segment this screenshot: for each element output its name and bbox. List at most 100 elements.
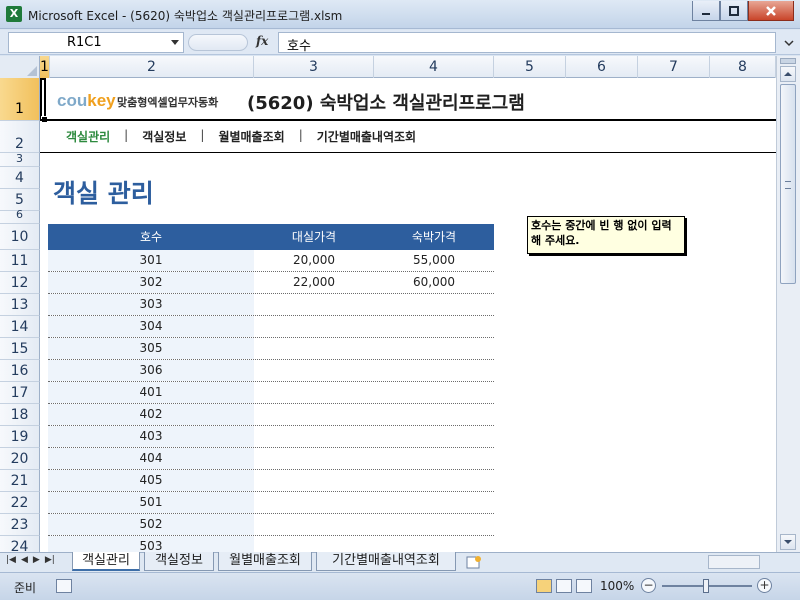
day-use-price-cell[interactable]: 20,000 <box>254 250 374 271</box>
scroll-thumb[interactable] <box>780 84 796 284</box>
column-header[interactable]: 3 <box>254 56 374 78</box>
nav-link-room-management[interactable]: 객실관리 <box>66 128 110 145</box>
stay-price-cell[interactable] <box>374 426 494 447</box>
row-header[interactable]: 11 <box>0 250 40 272</box>
row-header[interactable]: 3 <box>0 153 40 167</box>
row-header[interactable]: 13 <box>0 294 40 316</box>
zoom-in-button[interactable]: + <box>757 578 772 593</box>
scroll-up-button[interactable] <box>780 66 796 82</box>
day-use-price-cell[interactable] <box>254 492 374 513</box>
nav-link-room-info[interactable]: 객실정보 <box>142 128 186 145</box>
horizontal-scrollbar[interactable] <box>700 555 776 570</box>
stay-price-cell[interactable]: 55,000 <box>374 250 494 271</box>
room-number-cell[interactable]: 304 <box>48 316 254 337</box>
row-header[interactable]: 19 <box>0 426 40 448</box>
column-header[interactable]: 7 <box>638 56 710 78</box>
prev-sheet-icon[interactable]: ◀ <box>21 555 28 565</box>
first-sheet-icon[interactable]: |◀ <box>6 555 16 565</box>
column-header[interactable]: 8 <box>710 56 776 78</box>
stay-price-cell[interactable]: 60,000 <box>374 272 494 293</box>
stay-price-cell[interactable] <box>374 338 494 359</box>
row-header[interactable]: 15 <box>0 338 40 360</box>
minimize-button[interactable] <box>692 1 720 21</box>
page-break-view-icon[interactable] <box>576 579 592 593</box>
insert-sheet-icon[interactable] <box>464 555 484 570</box>
zoom-level[interactable]: 100% <box>600 579 634 593</box>
stay-price-cell[interactable] <box>374 404 494 425</box>
row-header[interactable]: 10 <box>0 224 40 250</box>
excel-app-icon[interactable]: X <box>6 6 22 22</box>
close-button[interactable] <box>748 1 794 21</box>
stay-price-cell[interactable] <box>374 294 494 315</box>
day-use-price-cell[interactable] <box>254 536 374 552</box>
normal-view-icon[interactable] <box>536 579 552 593</box>
stay-price-cell[interactable] <box>374 514 494 535</box>
column-header[interactable]: 6 <box>566 56 638 78</box>
row-header[interactable]: 12 <box>0 272 40 294</box>
row-header[interactable]: 17 <box>0 382 40 404</box>
insert-function-button[interactable]: fx <box>256 34 268 48</box>
day-use-price-cell[interactable] <box>254 448 374 469</box>
row-header[interactable]: 1 <box>0 78 40 121</box>
tab-room-management[interactable]: 객실관리 <box>72 552 140 571</box>
day-use-price-cell[interactable] <box>254 382 374 403</box>
day-use-price-cell[interactable] <box>254 470 374 491</box>
stay-price-cell[interactable] <box>374 382 494 403</box>
active-cell[interactable] <box>40 78 48 123</box>
room-number-cell[interactable]: 502 <box>48 514 254 535</box>
row-header[interactable]: 23 <box>0 514 40 536</box>
next-sheet-icon[interactable]: ▶ <box>33 555 40 565</box>
room-number-cell[interactable]: 303 <box>48 294 254 315</box>
room-number-cell[interactable]: 305 <box>48 338 254 359</box>
day-use-price-cell[interactable] <box>254 294 374 315</box>
chevron-down-icon[interactable] <box>171 40 179 45</box>
column-header[interactable]: 5 <box>494 56 566 78</box>
column-header[interactable]: 1 <box>40 56 50 78</box>
row-header[interactable]: 6 <box>0 209 40 224</box>
header-room-number[interactable]: 호수 <box>48 224 254 250</box>
room-number-cell[interactable]: 503 <box>48 536 254 552</box>
sheet-cells[interactable]: coukey 맞춤형엑셀업무자동화 (5620) 숙박업소 객실관리프로그램 객… <box>40 78 776 552</box>
stay-price-cell[interactable] <box>374 536 494 552</box>
column-header[interactable]: 2 <box>50 56 254 78</box>
stay-price-cell[interactable] <box>374 316 494 337</box>
room-number-cell[interactable]: 401 <box>48 382 254 403</box>
day-use-price-cell[interactable] <box>254 360 374 381</box>
row-header[interactable]: 18 <box>0 404 40 426</box>
day-use-price-cell[interactable] <box>254 426 374 447</box>
nav-link-monthly-sales[interactable]: 월별매출조회 <box>218 128 284 145</box>
tab-room-info[interactable]: 객실정보 <box>144 552 214 571</box>
maximize-button[interactable] <box>720 1 748 21</box>
room-number-cell[interactable]: 405 <box>48 470 254 491</box>
row-header[interactable]: 22 <box>0 492 40 514</box>
row-header[interactable]: 4 <box>0 167 40 189</box>
day-use-price-cell[interactable]: 22,000 <box>254 272 374 293</box>
formula-input[interactable]: 호수 <box>278 32 776 54</box>
day-use-price-cell[interactable] <box>254 404 374 425</box>
day-use-price-cell[interactable] <box>254 514 374 535</box>
room-number-cell[interactable]: 403 <box>48 426 254 447</box>
name-box[interactable]: R1C1 <box>8 32 184 53</box>
row-header[interactable]: 16 <box>0 360 40 382</box>
row-header[interactable]: 20 <box>0 448 40 470</box>
macro-record-icon[interactable] <box>56 579 72 593</box>
stay-price-cell[interactable] <box>374 448 494 469</box>
room-number-cell[interactable]: 302 <box>48 272 254 293</box>
stay-price-cell[interactable] <box>374 360 494 381</box>
tab-monthly-sales[interactable]: 월별매출조회 <box>218 552 312 571</box>
page-layout-view-icon[interactable] <box>556 579 572 593</box>
day-use-price-cell[interactable] <box>254 316 374 337</box>
scroll-down-button[interactable] <box>780 534 796 550</box>
row-header[interactable]: 24 <box>0 536 40 552</box>
room-number-cell[interactable]: 402 <box>48 404 254 425</box>
room-number-cell[interactable]: 306 <box>48 360 254 381</box>
stay-price-cell[interactable] <box>374 470 494 491</box>
room-number-cell[interactable]: 301 <box>48 250 254 271</box>
tab-period-sales[interactable]: 기간별매출내역조회 <box>316 552 456 571</box>
header-day-use-price[interactable]: 대실가격 <box>254 224 374 250</box>
room-number-cell[interactable]: 404 <box>48 448 254 469</box>
column-header[interactable]: 4 <box>374 56 494 78</box>
row-header[interactable]: 21 <box>0 470 40 492</box>
row-header[interactable]: 14 <box>0 316 40 338</box>
zoom-slider-thumb[interactable] <box>703 579 709 593</box>
